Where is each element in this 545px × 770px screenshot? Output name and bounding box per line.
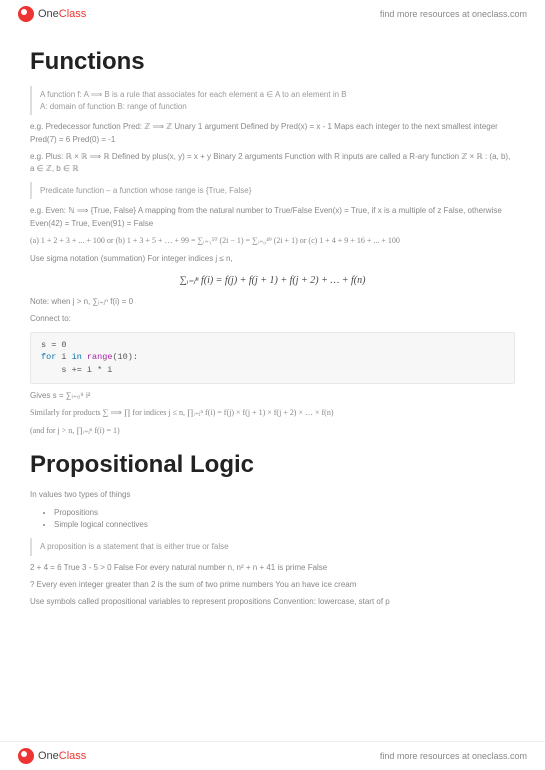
connect-label: Connect to: (30, 313, 515, 325)
code-line: s = 0 (41, 340, 67, 350)
brand-name-footer: OneClass (38, 750, 86, 762)
keyword-in: in (72, 352, 82, 362)
quote-line: A function f: A ⟹ B is a rule that assoc… (40, 89, 515, 101)
quote-line: A: domain of function B: range of functi… (40, 101, 515, 113)
sigma-formula: ∑ᵢ₌ⱼⁿ f(i) = f(j) + f(j + 1) + f(j + 2) … (30, 275, 515, 286)
footer-tagline: find more resources at oneclass.com (380, 751, 527, 761)
values-intro: In values two types of things (30, 489, 515, 501)
logo-icon (18, 748, 34, 764)
product-note: (and for j > n, ∏ᵢ₌ⱼⁿ f(i) = 1) (30, 425, 515, 437)
heading-functions: Functions (30, 48, 515, 76)
values-list: Propositions Simple logical connectives (54, 507, 515, 533)
page-header: OneClass find more resources at oneclass… (0, 0, 545, 28)
heading-propositional-logic: Propositional Logic (30, 451, 515, 479)
document-body: Functions A function f: A ⟹ B is a rule … (0, 28, 545, 609)
code-result: Gives s = ∑ᵢ₌₀⁹ i² (30, 390, 515, 402)
keyword-for: for (41, 352, 56, 362)
product-notation: Similarly for products ∑ ⟹ ∏ for indices… (30, 407, 515, 419)
page-footer: OneClass find more resources at oneclass… (0, 741, 545, 770)
definition-function: A function f: A ⟹ B is a rule that assoc… (30, 86, 515, 115)
logo-icon (18, 6, 34, 22)
brand-logo: OneClass (18, 6, 86, 22)
example-predecessor: e.g. Predecessor function Pred: ℤ ⟹ ℤ Un… (30, 121, 515, 146)
brand-logo-footer: OneClass (18, 748, 86, 764)
proposition-examples: 2 + 4 = 6 True 3 - 5 > 0 False For every… (30, 562, 515, 574)
example-series: (a) 1 + 2 + 3 + ... + 100 or (b) 1 + 3 +… (30, 235, 515, 247)
code-line: s += i * i (41, 365, 112, 375)
code-text: (10): (112, 352, 138, 362)
list-item: Simple logical connectives (54, 519, 515, 532)
header-tagline: find more resources at oneclass.com (380, 9, 527, 19)
proposition-symbols: Use symbols called propositional variabl… (30, 596, 515, 608)
proposition-question: ? Every even integer greater than 2 is t… (30, 579, 515, 591)
example-plus: e.g. Plus: ℝ × ℝ ⟹ ℝ Defined by plus(x, … (30, 151, 515, 176)
brand-name: OneClass (38, 8, 86, 20)
code-text: i (56, 352, 71, 362)
builtin-range: range (82, 352, 113, 362)
code-snippet: s = 0 for i in range(10): s += i * i (30, 332, 515, 384)
list-item: Propositions (54, 507, 515, 520)
example-even: e.g. Even: ℕ ⟹ {True, False} A mapping f… (30, 205, 515, 230)
definition-proposition: A proposition is a statement that is eit… (30, 538, 515, 556)
definition-predicate: Predicate function – a function whose ra… (30, 182, 515, 200)
sigma-intro: Use sigma notation (summation) For integ… (30, 253, 515, 265)
sigma-note: Note: when j > n, ∑ᵢ₌ⱼⁿ f(i) = 0 (30, 296, 515, 308)
